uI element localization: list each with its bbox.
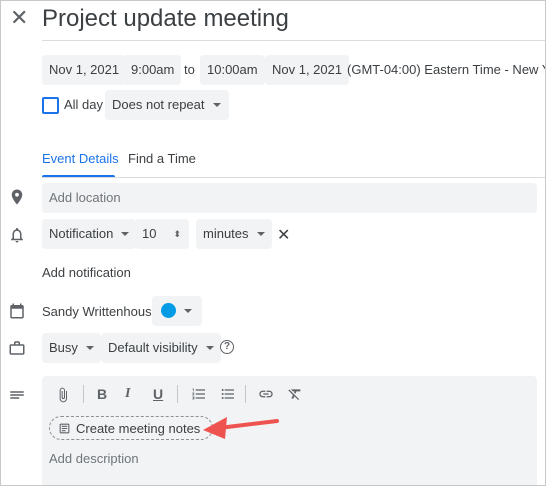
notification-amount-stepper[interactable]: 10 ⬍ (135, 219, 189, 249)
bulleted-list-icon[interactable] (220, 386, 236, 402)
chevron-down-icon (184, 308, 192, 313)
event-editor: ✕ Project update meeting Nov 1, 2021 9:0… (0, 0, 546, 486)
tabs-divider (42, 177, 545, 178)
tab-event-details[interactable]: Event Details (42, 151, 119, 166)
notification-type-value: Notification (49, 226, 114, 241)
bell-icon (11, 227, 23, 243)
chevron-down-icon (85, 345, 94, 350)
to-label: to (184, 62, 195, 77)
chevron-down-icon (121, 231, 130, 236)
start-time-button[interactable]: 9:00am (124, 55, 182, 85)
notification-unit-dropdown[interactable]: minutes (196, 219, 272, 249)
visibility-value: Default visibility (108, 340, 198, 355)
busy-status-dropdown[interactable]: Busy (42, 333, 101, 363)
end-time-button[interactable]: 10:00am (200, 55, 265, 85)
visibility-dropdown[interactable]: Default visibility (101, 333, 221, 363)
repeat-value: Does not repeat (112, 97, 205, 112)
description-input[interactable]: Add description (49, 451, 139, 466)
link-icon[interactable] (257, 386, 275, 402)
title-underline (42, 40, 545, 41)
event-title[interactable]: Project update meeting (42, 5, 289, 33)
notification-unit-value: minutes (203, 226, 249, 241)
attachment-icon[interactable] (55, 386, 71, 404)
calendar-color-dot (161, 303, 176, 319)
toolbar-separator (83, 385, 84, 403)
all-day-label: All day (64, 97, 104, 112)
location-pin-icon (11, 189, 23, 205)
document-icon (59, 423, 70, 434)
calendar-icon (10, 303, 24, 319)
create-meeting-notes-label: Create meeting notes (76, 421, 201, 436)
chevron-down-icon (205, 345, 214, 350)
stepper-arrows-icon: ⬍ (173, 229, 181, 239)
toolbar-separator (245, 385, 246, 403)
busy-status-value: Busy (49, 340, 78, 355)
toolbar-separator (177, 385, 178, 403)
underline-icon[interactable]: U (153, 386, 163, 402)
help-icon[interactable]: ? (220, 340, 234, 354)
briefcase-icon (9, 341, 25, 355)
notification-type-dropdown[interactable]: Notification (42, 219, 137, 249)
calendar-owner[interactable]: Sandy Writtenhouse (42, 304, 159, 319)
numbered-list-icon[interactable] (191, 386, 207, 402)
bold-icon[interactable]: B (97, 386, 107, 402)
location-input[interactable]: Add location (42, 183, 537, 213)
start-date-button[interactable]: Nov 1, 2021 (42, 55, 127, 85)
clear-formatting-icon[interactable] (287, 386, 303, 402)
chevron-down-icon (212, 102, 221, 107)
all-day-checkbox[interactable] (42, 97, 59, 114)
create-meeting-notes-button[interactable]: Create meeting notes (49, 416, 214, 440)
repeat-dropdown[interactable]: Does not repeat (105, 90, 229, 120)
annotation-arrow (203, 417, 279, 439)
add-notification-link[interactable]: Add notification (42, 265, 131, 280)
calendar-color-dropdown[interactable] (152, 296, 202, 326)
italic-icon[interactable]: I (125, 386, 130, 402)
remove-notification-icon[interactable]: ✕ (277, 225, 290, 245)
end-date-button[interactable]: Nov 1, 2021 (265, 55, 350, 85)
notification-amount-value: 10 (142, 226, 157, 241)
timezone-button[interactable]: (GMT-04:00) Eastern Time - New York (347, 62, 545, 77)
chevron-down-icon (256, 231, 265, 236)
close-icon[interactable]: ✕ (10, 7, 30, 29)
description-editor[interactable]: B I U Create meeting notes Add descripti… (42, 376, 537, 485)
tab-find-a-time[interactable]: Find a Time (128, 151, 196, 166)
notes-lines-icon (10, 391, 24, 399)
